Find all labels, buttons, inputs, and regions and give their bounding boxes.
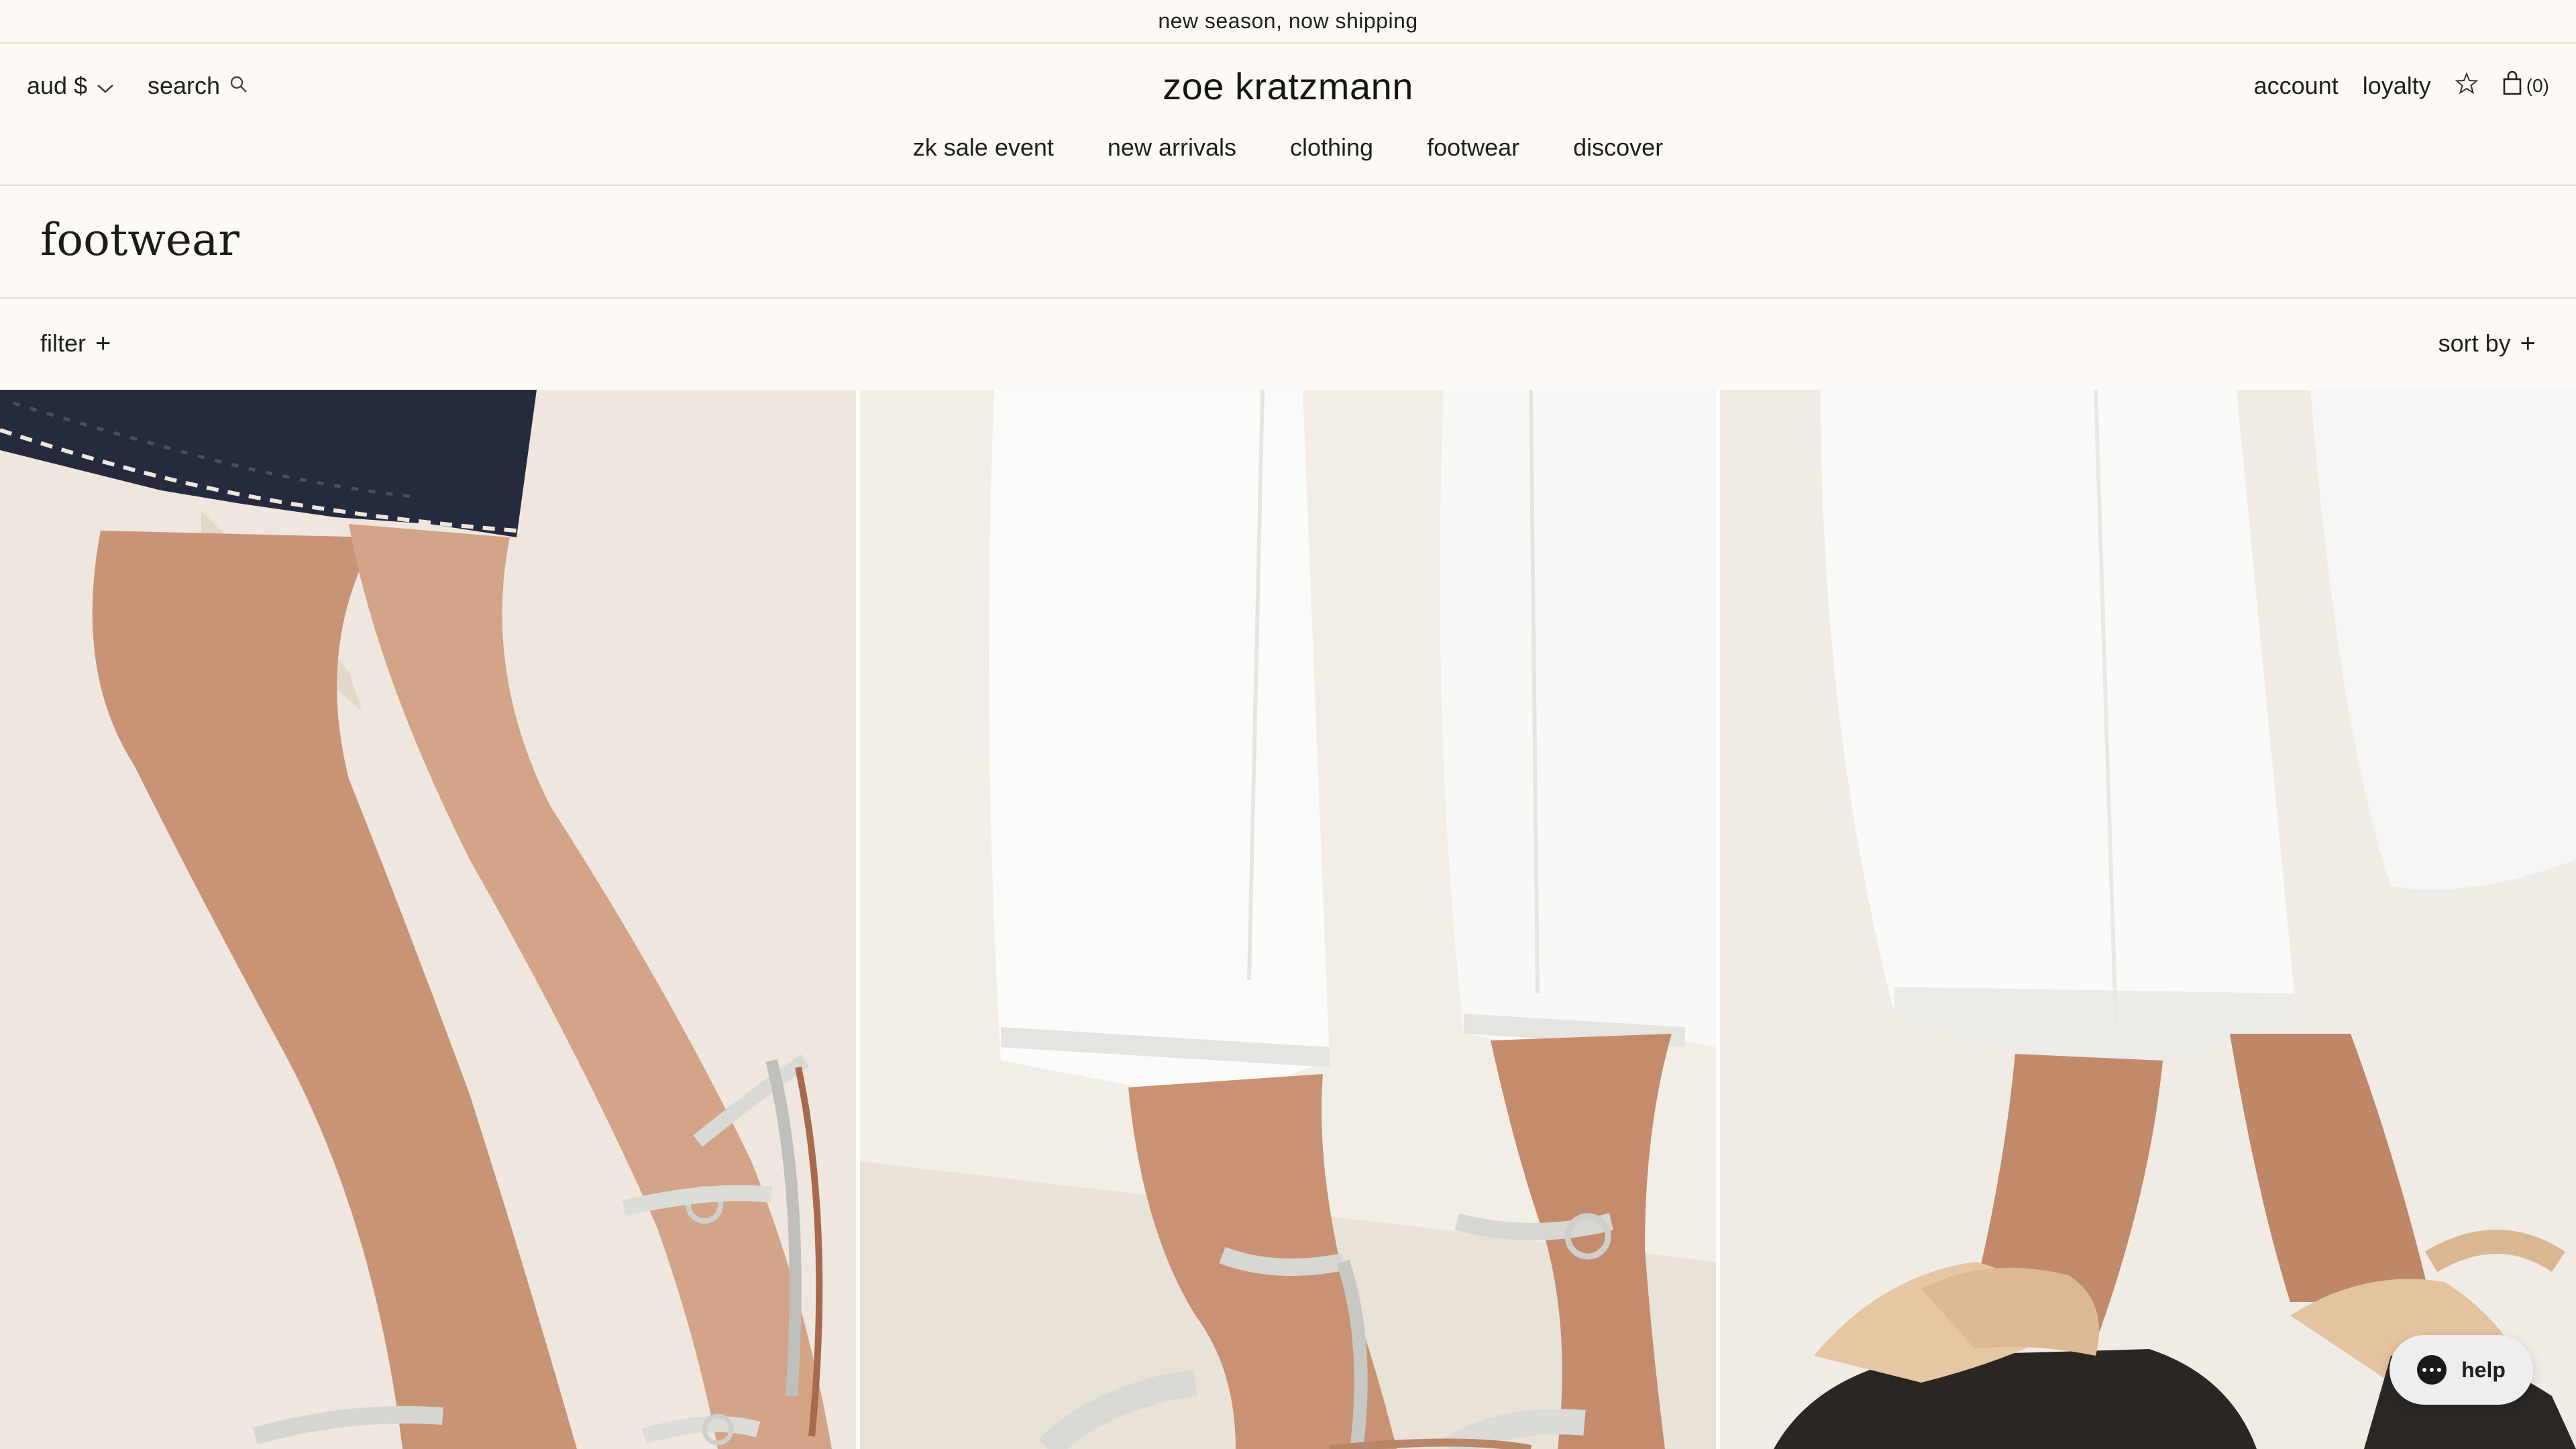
product-image — [0, 390, 856, 1449]
product-grid — [0, 390, 2576, 1449]
help-label: help — [2461, 1357, 2506, 1382]
shopping-bag-icon — [2502, 70, 2522, 102]
brand-logo-text: zoe kratzmann — [1163, 64, 1413, 107]
loyalty-link[interactable]: loyalty — [2363, 72, 2431, 100]
account-link[interactable]: account — [2254, 72, 2339, 100]
product-card[interactable] — [1720, 390, 2576, 1449]
header-utilities: account loyalty (0) — [2254, 69, 2549, 103]
plus-icon: + — [2520, 329, 2536, 358]
page-title: footwear — [40, 214, 239, 266]
nav-item-new-arrivals[interactable]: new arrivals — [1108, 133, 1236, 162]
product-card[interactable] — [0, 390, 856, 1449]
cart-count: (0) — [2526, 75, 2549, 96]
main-nav: zk sale event new arrivals clothing foot… — [0, 124, 2576, 171]
sort-button[interactable]: sort by + — [2438, 327, 2536, 360]
filter-button[interactable]: filter + — [40, 327, 111, 360]
wishlist-star-icon[interactable] — [2455, 71, 2479, 101]
search-icon — [229, 72, 248, 100]
product-image — [860, 390, 1716, 1449]
nav-item-clothing[interactable]: clothing — [1290, 133, 1373, 162]
plus-icon: + — [95, 329, 111, 358]
cart-button[interactable]: (0) — [2502, 70, 2549, 102]
nav-item-discover[interactable]: discover — [1573, 133, 1663, 162]
collection-header: footwear — [0, 186, 2576, 299]
collection-toolbar: filter + sort by + — [0, 299, 2576, 390]
chevron-down-icon — [97, 72, 114, 100]
product-image — [1720, 390, 2576, 1449]
currency-selector[interactable]: aud $ — [27, 69, 114, 103]
product-card[interactable] — [860, 390, 1716, 1449]
help-chat-button[interactable]: help — [2390, 1335, 2533, 1405]
search-button[interactable]: search — [148, 69, 248, 103]
nav-item-zk-sale-event[interactable]: zk sale event — [913, 133, 1054, 162]
announcement-bar: new season, now shipping — [0, 0, 2576, 44]
site-header: aud $ search zoe kratzmann account loyal… — [0, 44, 2576, 186]
chat-icon — [2417, 1355, 2447, 1385]
nav-item-footwear[interactable]: footwear — [1427, 133, 1519, 162]
sort-label: sort by — [2438, 329, 2511, 357]
announcement-text: new season, now shipping — [1158, 9, 1418, 33]
filter-label: filter — [40, 329, 87, 357]
brand-logo[interactable]: zoe kratzmann — [1087, 64, 1489, 108]
currency-label: aud $ — [27, 72, 88, 99]
search-label: search — [148, 72, 221, 99]
